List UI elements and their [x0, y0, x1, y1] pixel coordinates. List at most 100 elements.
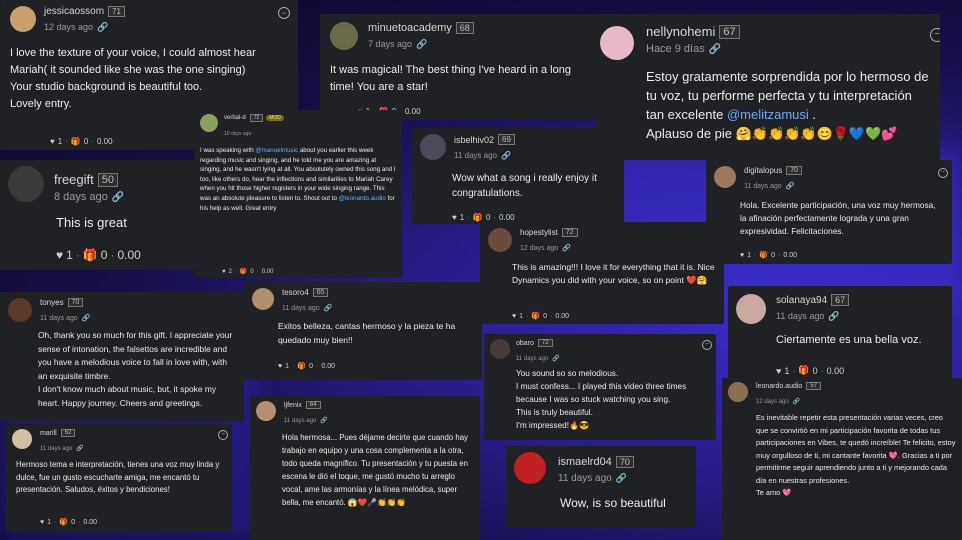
- heart-icon[interactable]: ♥: [56, 248, 63, 262]
- separator: ·: [316, 362, 319, 370]
- username[interactable]: verbal-d: [224, 115, 246, 121]
- username[interactable]: hopestylist: [520, 228, 558, 237]
- gift-icon[interactable]: 🎁: [59, 518, 68, 526]
- comment-text: Hermoso tema e interpretación, tienes un…: [16, 460, 220, 494]
- username[interactable]: digitalopus: [744, 166, 782, 175]
- gift-icon[interactable]: 🎁: [798, 365, 809, 376]
- comment-text: This is amazing!!! I love it for everyth…: [512, 262, 715, 285]
- gift-icon[interactable]: 🎁: [297, 362, 306, 370]
- separator: ·: [91, 137, 94, 146]
- avatar[interactable]: [420, 134, 446, 160]
- timestamp: 8 days ago: [54, 191, 108, 203]
- username[interactable]: isbelhiv02: [454, 135, 494, 145]
- avatar[interactable]: [252, 288, 274, 310]
- like-count: 1: [47, 518, 52, 526]
- avatar[interactable]: [10, 6, 36, 32]
- username[interactable]: marill: [40, 430, 57, 437]
- username[interactable]: ismaelrd04: [558, 456, 612, 468]
- collapse-icon[interactable]: −: [218, 430, 228, 440]
- heart-icon[interactable]: ♥: [776, 366, 781, 376]
- avatar[interactable]: [488, 228, 512, 252]
- username[interactable]: ljfenix: [284, 402, 302, 409]
- avatar[interactable]: [200, 114, 218, 132]
- heart-icon[interactable]: ♥: [740, 252, 744, 259]
- avatar[interactable]: [714, 166, 736, 188]
- comment-text: Oh, thank you so much for this gift. I a…: [38, 330, 233, 408]
- link-icon[interactable]: 🔗: [112, 192, 124, 203]
- avatar[interactable]: [600, 26, 634, 60]
- like-count: 1: [57, 137, 63, 146]
- heart-icon[interactable]: ♥: [40, 519, 44, 526]
- username[interactable]: tonyes: [40, 298, 64, 307]
- gift-icon[interactable]: 🎁: [83, 248, 98, 262]
- comment-card: isbelhiv02 69 11 days ago 🔗 Wow what a son…: [412, 128, 624, 224]
- avatar[interactable]: [514, 452, 546, 484]
- comment-text-part: I was speaking with: [200, 147, 256, 154]
- link-icon[interactable]: 🔗: [82, 315, 91, 322]
- mod-badge: MOD: [266, 115, 284, 121]
- collapse-icon[interactable]: −: [702, 340, 712, 350]
- link-icon[interactable]: 🔗: [793, 399, 800, 405]
- earnings: 0.00: [404, 107, 421, 116]
- avatar[interactable]: [728, 382, 748, 402]
- gift-icon[interactable]: 🎁: [473, 213, 483, 222]
- timestamp: Hace 9 días: [646, 43, 705, 55]
- gift-icon[interactable]: 🎁: [531, 312, 540, 320]
- avatar[interactable]: [8, 298, 32, 322]
- heart-icon[interactable]: ♥: [50, 137, 55, 146]
- gift-icon[interactable]: 🎁: [71, 137, 81, 146]
- link-icon[interactable]: 🔗: [786, 183, 795, 190]
- collapse-icon[interactable]: −: [938, 168, 948, 178]
- timestamp: 11 days ago: [454, 151, 497, 160]
- timestamp: 11 days ago: [516, 356, 549, 362]
- gift-count: 0: [543, 312, 548, 320]
- separator: ·: [110, 248, 115, 262]
- level-badge: 70: [67, 298, 84, 307]
- avatar[interactable]: [330, 22, 358, 50]
- username[interactable]: tesoro4: [282, 288, 309, 297]
- username[interactable]: minuetoacademy: [368, 22, 452, 34]
- link-icon[interactable]: 🔗: [552, 356, 559, 362]
- mention-link[interactable]: @leonardo.audio: [339, 195, 386, 202]
- link-icon[interactable]: 🔗: [320, 418, 327, 424]
- gift-icon[interactable]: 🎁: [240, 268, 247, 275]
- username[interactable]: solanaya94: [776, 295, 827, 306]
- username[interactable]: freegift: [54, 172, 94, 187]
- link-icon[interactable]: 🔗: [616, 473, 627, 483]
- timestamp: 11 days ago: [40, 315, 78, 322]
- comment-card: freegift 50 8 days ago 🔗 This is great ♥ 1 …: [0, 160, 196, 270]
- mention-link[interactable]: @manuelmusic: [255, 147, 298, 154]
- avatar[interactable]: [490, 339, 510, 359]
- link-icon[interactable]: 🔗: [709, 44, 721, 55]
- earnings: 0.00: [498, 213, 515, 222]
- link-icon[interactable]: 🔗: [501, 151, 511, 160]
- comment-card: solanaya94 67 11 days ago 🔗 Ciertamente es…: [728, 286, 952, 382]
- separator: ·: [778, 251, 781, 259]
- gift-icon[interactable]: 🎁: [759, 251, 768, 259]
- heart-icon[interactable]: ♥: [222, 269, 226, 275]
- heart-icon[interactable]: ♥: [512, 313, 516, 320]
- mention-link[interactable]: @melitzamusi: [727, 107, 809, 122]
- timestamp: 10 days ago: [224, 131, 252, 137]
- link-icon[interactable]: 🔗: [562, 245, 571, 252]
- username[interactable]: nellynohemi: [646, 24, 715, 39]
- link-icon[interactable]: 🔗: [76, 446, 83, 452]
- username[interactable]: jessicaossom: [44, 6, 104, 17]
- avatar[interactable]: [736, 294, 766, 324]
- like-count: 1: [66, 248, 73, 262]
- link-icon[interactable]: 🔗: [97, 22, 108, 32]
- heart-icon[interactable]: ♥: [278, 363, 282, 370]
- avatar[interactable]: [12, 429, 32, 449]
- link-icon[interactable]: 🔗: [324, 305, 333, 312]
- collapse-icon[interactable]: −: [278, 7, 290, 19]
- avatar[interactable]: [8, 166, 44, 202]
- username[interactable]: leonardo.audio: [756, 383, 802, 390]
- earnings: 0.00: [783, 251, 797, 259]
- timestamp: 11 days ago: [282, 305, 320, 312]
- username[interactable]: obaro: [516, 340, 534, 347]
- collapse-icon[interactable]: −: [930, 28, 940, 42]
- heart-icon[interactable]: ♥: [452, 213, 457, 222]
- link-icon[interactable]: 🔗: [416, 39, 427, 49]
- avatar[interactable]: [256, 401, 276, 421]
- link-icon[interactable]: 🔗: [828, 311, 839, 321]
